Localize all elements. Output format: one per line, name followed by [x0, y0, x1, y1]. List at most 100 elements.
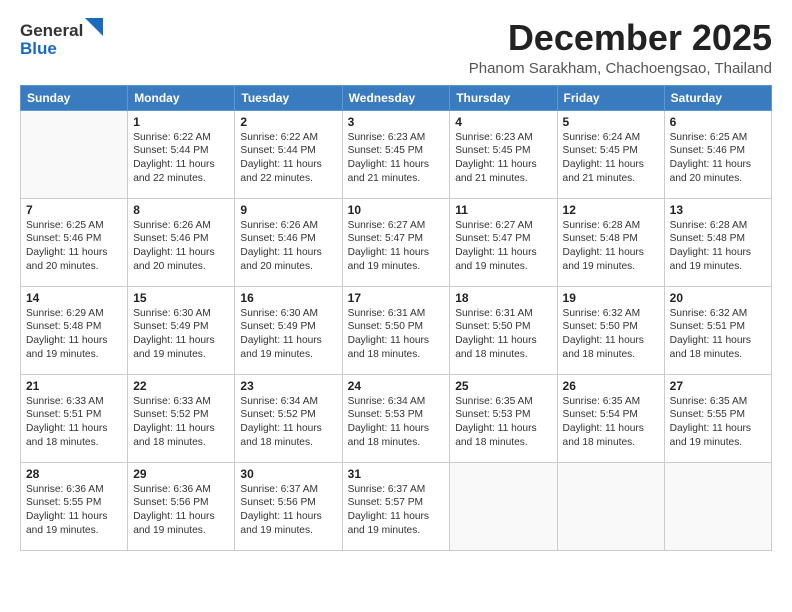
- day-number: 13: [670, 203, 766, 217]
- calendar-header-row: SundayMondayTuesdayWednesdayThursdayFrid…: [21, 85, 772, 110]
- day-info: Sunrise: 6:30 AMSunset: 5:49 PMDaylight:…: [133, 307, 229, 362]
- calendar-cell-w5-d6: [557, 462, 664, 550]
- day-info: Sunrise: 6:24 AMSunset: 5:45 PMDaylight:…: [563, 131, 659, 186]
- day-number: 7: [26, 203, 122, 217]
- day-info: Sunrise: 6:27 AMSunset: 5:47 PMDaylight:…: [455, 219, 551, 274]
- calendar-cell-w4-d5: 25 Sunrise: 6:35 AMSunset: 5:53 PMDayligh…: [450, 374, 557, 462]
- day-number: 19: [563, 291, 659, 305]
- calendar-cell-w2-d2: 8 Sunrise: 6:26 AMSunset: 5:46 PMDaylight…: [128, 198, 235, 286]
- calendar-week-2: 7Sunrise: 6:25 AMSunset: 5:46 PMDaylight…: [21, 198, 772, 286]
- day-number: 9: [240, 203, 336, 217]
- day-number: 28: [26, 467, 122, 481]
- day-number: 1: [133, 115, 229, 129]
- calendar-cell-w3-d4: 17Sunrise: 6:31 AMSunset: 5:50 PMDayligh…: [342, 286, 450, 374]
- calendar-cell-w5-d3: 30Sunrise: 6:37 AMSunset: 5:56 PMDayligh…: [235, 462, 342, 550]
- calendar-cell-w5-d4: 31 Sunrise: 6:37 AMSunset: 5:57 PMDayligh…: [342, 462, 450, 550]
- header-wednesday: Wednesday: [342, 85, 450, 110]
- calendar-cell-w3-d5: 18 Sunrise: 6:31 AMSunset: 5:50 PMDayligh…: [450, 286, 557, 374]
- day-info: Sunrise: 6:27 AMSunset: 5:47 PMDaylight:…: [348, 219, 445, 274]
- day-info: Sunrise: 6:22 AMSunset: 5:44 PMDaylight:…: [240, 131, 336, 186]
- day-number: 17: [348, 291, 445, 305]
- day-number: 10: [348, 203, 445, 217]
- calendar-week-1: 1 Sunrise: 6:22 AMSunset: 5:44 PMDaylight…: [21, 110, 772, 198]
- day-info: Sunrise: 6:23 AMSunset: 5:45 PMDaylight:…: [348, 131, 445, 186]
- calendar-cell-w3-d2: 15 Sunrise: 6:30 AMSunset: 5:49 PMDayligh…: [128, 286, 235, 374]
- calendar-cell-w1-d1: [21, 110, 128, 198]
- day-info: Sunrise: 6:28 AMSunset: 5:48 PMDaylight:…: [563, 219, 659, 274]
- calendar-cell-w1-d2: 1 Sunrise: 6:22 AMSunset: 5:44 PMDaylight…: [128, 110, 235, 198]
- day-info: Sunrise: 6:35 AMSunset: 5:55 PMDaylight:…: [670, 395, 766, 450]
- calendar-cell-w4-d3: 23Sunrise: 6:34 AMSunset: 5:52 PMDayligh…: [235, 374, 342, 462]
- calendar-cell-w1-d3: 2Sunrise: 6:22 AMSunset: 5:44 PMDaylight…: [235, 110, 342, 198]
- day-number: 8: [133, 203, 229, 217]
- day-info: Sunrise: 6:32 AMSunset: 5:50 PMDaylight:…: [563, 307, 659, 362]
- day-number: 20: [670, 291, 766, 305]
- day-info: Sunrise: 6:25 AMSunset: 5:46 PMDaylight:…: [670, 131, 766, 186]
- day-number: 4: [455, 115, 551, 129]
- header: General Blue December 2025 Phanom Sarakh…: [20, 18, 772, 77]
- day-info: Sunrise: 6:33 AMSunset: 5:51 PMDaylight:…: [26, 395, 122, 450]
- calendar-cell-w4-d6: 26Sunrise: 6:35 AMSunset: 5:54 PMDayligh…: [557, 374, 664, 462]
- day-number: 29: [133, 467, 229, 481]
- day-number: 15: [133, 291, 229, 305]
- header-saturday: Saturday: [664, 85, 771, 110]
- calendar-cell-w5-d7: [664, 462, 771, 550]
- logo-triangle: [85, 18, 103, 40]
- day-info: Sunrise: 6:32 AMSunset: 5:51 PMDaylight:…: [670, 307, 766, 362]
- calendar-cell-w2-d5: 11Sunrise: 6:27 AMSunset: 5:47 PMDayligh…: [450, 198, 557, 286]
- calendar-cell-w4-d7: 27 Sunrise: 6:35 AMSunset: 5:55 PMDayligh…: [664, 374, 771, 462]
- day-number: 25: [455, 379, 551, 393]
- calendar-cell-w5-d1: 28Sunrise: 6:36 AMSunset: 5:55 PMDayligh…: [21, 462, 128, 550]
- month-title: December 2025: [469, 18, 772, 58]
- day-number: 23: [240, 379, 336, 393]
- day-number: 5: [563, 115, 659, 129]
- day-info: Sunrise: 6:35 AMSunset: 5:54 PMDaylight:…: [563, 395, 659, 450]
- subtitle: Phanom Sarakham, Chachoengsao, Thailand: [469, 60, 772, 77]
- calendar-cell-w4-d2: 22Sunrise: 6:33 AMSunset: 5:52 PMDayligh…: [128, 374, 235, 462]
- calendar-cell-w3-d7: 20 Sunrise: 6:32 AMSunset: 5:51 PMDayligh…: [664, 286, 771, 374]
- page: General Blue December 2025 Phanom Sarakh…: [0, 0, 792, 561]
- calendar-cell-w2-d4: 10 Sunrise: 6:27 AMSunset: 5:47 PMDayligh…: [342, 198, 450, 286]
- calendar-body: 1 Sunrise: 6:22 AMSunset: 5:44 PMDaylight…: [21, 110, 772, 550]
- logo-general: General: [20, 21, 83, 40]
- header-thursday: Thursday: [450, 85, 557, 110]
- calendar-cell-w2-d1: 7Sunrise: 6:25 AMSunset: 5:46 PMDaylight…: [21, 198, 128, 286]
- day-info: Sunrise: 6:34 AMSunset: 5:53 PMDaylight:…: [348, 395, 445, 450]
- day-info: Sunrise: 6:26 AMSunset: 5:46 PMDaylight:…: [133, 219, 229, 274]
- day-number: 24: [348, 379, 445, 393]
- calendar-cell-w2-d7: 13 Sunrise: 6:28 AMSunset: 5:48 PMDayligh…: [664, 198, 771, 286]
- calendar-cell-w4-d1: 21Sunrise: 6:33 AMSunset: 5:51 PMDayligh…: [21, 374, 128, 462]
- title-block: December 2025 Phanom Sarakham, Chachoeng…: [469, 18, 772, 77]
- day-number: 22: [133, 379, 229, 393]
- calendar-cell-w2-d3: 9Sunrise: 6:26 AMSunset: 5:46 PMDaylight…: [235, 198, 342, 286]
- day-number: 27: [670, 379, 766, 393]
- day-info: Sunrise: 6:31 AMSunset: 5:50 PMDaylight:…: [455, 307, 551, 362]
- calendar-week-3: 14 Sunrise: 6:29 AMSunset: 5:48 PMDayligh…: [21, 286, 772, 374]
- header-tuesday: Tuesday: [235, 85, 342, 110]
- day-number: 12: [563, 203, 659, 217]
- day-number: 3: [348, 115, 445, 129]
- day-info: Sunrise: 6:36 AMSunset: 5:56 PMDaylight:…: [133, 483, 229, 538]
- logo-blue: Blue: [20, 39, 57, 58]
- calendar-cell-w3-d6: 19 Sunrise: 6:32 AMSunset: 5:50 PMDayligh…: [557, 286, 664, 374]
- calendar-table: SundayMondayTuesdayWednesdayThursdayFrid…: [20, 85, 772, 551]
- header-monday: Monday: [128, 85, 235, 110]
- day-info: Sunrise: 6:28 AMSunset: 5:48 PMDaylight:…: [670, 219, 766, 274]
- day-info: Sunrise: 6:37 AMSunset: 5:56 PMDaylight:…: [240, 483, 336, 538]
- day-info: Sunrise: 6:37 AMSunset: 5:57 PMDaylight:…: [348, 483, 445, 538]
- day-number: 14: [26, 291, 122, 305]
- calendar-cell-w5-d5: [450, 462, 557, 550]
- day-info: Sunrise: 6:22 AMSunset: 5:44 PMDaylight:…: [133, 131, 229, 186]
- day-number: 18: [455, 291, 551, 305]
- calendar-cell-w1-d4: 3 Sunrise: 6:23 AMSunset: 5:45 PMDaylight…: [342, 110, 450, 198]
- calendar-week-4: 21Sunrise: 6:33 AMSunset: 5:51 PMDayligh…: [21, 374, 772, 462]
- day-number: 6: [670, 115, 766, 129]
- day-number: 16: [240, 291, 336, 305]
- day-info: Sunrise: 6:29 AMSunset: 5:48 PMDaylight:…: [26, 307, 122, 362]
- calendar-cell-w1-d6: 5 Sunrise: 6:24 AMSunset: 5:45 PMDaylight…: [557, 110, 664, 198]
- day-info: Sunrise: 6:30 AMSunset: 5:49 PMDaylight:…: [240, 307, 336, 362]
- header-friday: Friday: [557, 85, 664, 110]
- day-number: 31: [348, 467, 445, 481]
- day-info: Sunrise: 6:35 AMSunset: 5:53 PMDaylight:…: [455, 395, 551, 450]
- calendar-cell-w3-d1: 14 Sunrise: 6:29 AMSunset: 5:48 PMDayligh…: [21, 286, 128, 374]
